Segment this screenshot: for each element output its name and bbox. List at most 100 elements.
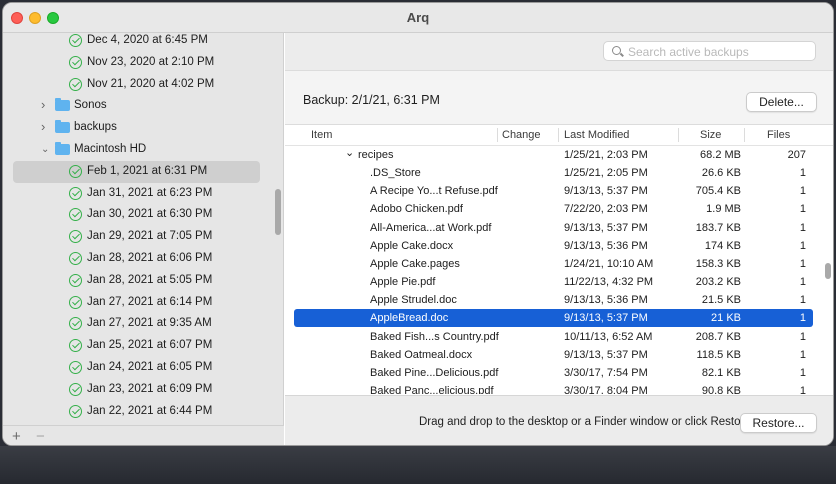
table-row[interactable]: All-America...at Work.pdf 9/13/13, 5:37 P… [285, 219, 825, 237]
table-row[interactable]: Apple Cake.pages 1/24/21, 10:10 AM 158.3 K… [285, 255, 825, 273]
remove-button[interactable]: − [36, 428, 45, 445]
column-divider [678, 128, 679, 142]
cell-item: All-America...at Work.pdf [370, 221, 492, 234]
cell-files: 1 [799, 312, 806, 325]
cell-size: 118.5 KB [696, 348, 741, 361]
sidebar-item-label: Sonos [74, 99, 107, 112]
sidebar-item-label: Feb 1, 2021 at 6:31 PM [87, 164, 208, 177]
table-header: Item Change Last Modified Size Files [285, 125, 833, 146]
column-divider [558, 128, 559, 142]
add-button[interactable]: + [12, 428, 21, 445]
sidebar-backup-item[interactable]: Jan 28, 2021 at 6:06 PM [3, 248, 273, 270]
table-row[interactable]: Apple Pie.pdf 11/22/13, 4:32 PM 203.2 KB 1 [285, 273, 825, 291]
sidebar-folder-item[interactable]: › backups [3, 117, 273, 139]
checkmark-icon [69, 55, 82, 69]
table-row[interactable]: Baked Fish...s Country.pdf 10/11/13, 6:52… [285, 328, 825, 346]
column-header-size[interactable]: Size [700, 129, 721, 141]
table-row[interactable]: .DS_Store 1/25/21, 2:05 PM 26.6 KB 1 [285, 164, 825, 182]
sidebar-backup-item[interactable]: Jan 27, 2021 at 6:14 PM [3, 292, 273, 314]
table-row[interactable]: AppleBread.doc 9/13/13, 5:37 PM 21 KB 1 [285, 309, 825, 328]
cell-files: 1 [799, 384, 806, 394]
restore-footer: Drag and drop to the desktop or a Finder… [285, 395, 833, 445]
sidebar-backup-item[interactable]: Jan 25, 2021 at 6:07 PM [3, 335, 273, 357]
search-field[interactable] [603, 41, 816, 61]
column-divider [744, 128, 745, 142]
cell-item: recipes [358, 149, 394, 161]
column-header-change[interactable]: Change [502, 129, 541, 141]
checkmark-icon [69, 361, 82, 374]
table-row[interactable]: A Recipe Yo...t Refuse.pdf 9/13/13, 5:37 … [285, 182, 825, 200]
file-table: ⌄ recipes 1/25/21, 2:03 PM 68.2 MB 207 .DS_St… [285, 146, 825, 394]
sidebar-folder-item[interactable]: ⌄ Macintosh HD [3, 139, 273, 161]
table-row[interactable]: Baked Pine...Delicious.pdf 3/30/17, 7:54 … [285, 364, 825, 382]
cell-size: 183.7 KB [695, 221, 741, 234]
sidebar-item-label: Jan 28, 2021 at 6:06 PM [87, 252, 213, 264]
cell-item: Apple Cake.docx [370, 239, 454, 252]
sidebar-item-label: Jan 27, 2021 at 6:14 PM [87, 295, 213, 308]
checkmark-icon [69, 382, 82, 396]
sidebar-scroll-thumb[interactable] [275, 189, 281, 235]
sidebar-folder-item[interactable]: › Sonos [3, 95, 273, 117]
sidebar-backup-item[interactable]: Nov 21, 2020 at 4:02 PM [3, 74, 273, 96]
chevron-right-icon[interactable]: › [41, 119, 45, 134]
sidebar-item-label: Macintosh HD [74, 143, 147, 155]
title-bar: Arq [3, 3, 833, 33]
column-header-files[interactable]: Files [767, 129, 790, 141]
cell-modified: 9/13/13, 5:36 PM [564, 294, 648, 307]
sidebar-backup-item[interactable]: Jan 30, 2021 at 6:30 PM [3, 204, 273, 226]
sidebar-backup-item[interactable]: Jan 31, 2021 at 6:23 PM [3, 183, 273, 205]
cell-files: 1 [799, 366, 806, 379]
checkmark-icon [69, 339, 82, 353]
cell-files: 1 [799, 257, 806, 270]
checkmark-icon [69, 208, 82, 222]
cell-files: 1 [799, 276, 806, 289]
sidebar-backup-item[interactable]: Nov 23, 2020 at 2:10 PM [3, 52, 273, 74]
table-row[interactable]: Apple Strudel.doc 9/13/13, 5:36 PM 21.5 KB… [285, 291, 825, 309]
table-folder-row[interactable]: ⌄ recipes 1/25/21, 2:03 PM 68.2 MB 207 [285, 146, 825, 164]
column-header-item[interactable]: Item [311, 129, 332, 141]
sidebar-item-label: Jan 24, 2021 at 6:05 PM [87, 361, 213, 373]
cell-size: 1.9 MB [706, 203, 741, 216]
cell-modified: 10/11/13, 6:52 AM [564, 330, 653, 343]
restore-button[interactable]: Restore... [740, 413, 817, 433]
search-input[interactable] [628, 44, 808, 59]
sidebar-backup-item[interactable]: Jan 24, 2021 at 6:05 PM [3, 357, 273, 379]
sidebar-item-label: Dec 4, 2020 at 6:45 PM [87, 34, 208, 46]
sidebar-item-label: Jan 30, 2021 at 6:30 PM [87, 208, 213, 221]
sidebar-backup-item[interactable]: Jan 27, 2021 at 9:35 AM [3, 313, 273, 335]
search-icon [612, 46, 621, 55]
folder-icon [55, 98, 70, 112]
column-header-modified[interactable]: Last Modified [564, 129, 629, 141]
cell-files: 1 [799, 294, 806, 307]
cell-size: 68.2 MB [700, 149, 741, 161]
sidebar-backup-item[interactable]: Jan 23, 2021 at 6:09 PM [3, 379, 273, 401]
cell-item: .DS_Store [370, 167, 421, 180]
cell-files: 1 [799, 167, 806, 180]
chevron-down-icon[interactable]: ⌄ [345, 146, 354, 159]
sidebar-backup-item[interactable]: Jan 28, 2021 at 5:05 PM [3, 270, 273, 292]
cell-item: Baked Oatmeal.docx [370, 348, 473, 361]
delete-button[interactable]: Delete... [746, 92, 817, 112]
table-row[interactable]: Baked Oatmeal.docx 9/13/13, 5:37 PM 118.5 … [285, 346, 825, 364]
sidebar-backup-item[interactable]: Feb 1, 2021 at 6:31 PM [3, 160, 273, 183]
sidebar-backup-item[interactable]: Dec 4, 2020 at 6:45 PM [3, 33, 273, 52]
checkmark-icon [69, 34, 82, 47]
cell-files: 207 [787, 149, 806, 161]
sidebar: Dec 4, 2020 at 6:45 PM Nov 23, 2020 at 2:… [3, 33, 284, 445]
chevron-down-icon[interactable]: ⌄ [41, 144, 49, 155]
cell-item: AppleBread.doc [370, 312, 449, 325]
table-row[interactable]: Adobo Chicken.pdf 7/22/20, 2:03 PM 1.9 MB 1 [285, 200, 825, 218]
checkmark-icon [69, 404, 82, 418]
backup-tree: Dec 4, 2020 at 6:45 PM Nov 23, 2020 at 2:… [3, 33, 273, 425]
table-row[interactable]: Apple Cake.docx 9/13/13, 5:36 PM 174 KB 1 [285, 237, 825, 255]
sidebar-backup-item[interactable]: Jan 22, 2021 at 6:44 PM [3, 401, 273, 423]
cell-item: Adobo Chicken.pdf [370, 203, 463, 216]
table-row[interactable]: Baked Panc...elicious.pdf 3/30/17, 8:04 P… [285, 382, 825, 394]
cell-size: 26.6 KB [701, 167, 741, 180]
chevron-right-icon[interactable]: › [41, 97, 45, 112]
sidebar-backup-item[interactable]: Jan 29, 2021 at 7:05 PM [3, 226, 273, 248]
cell-modified: 9/13/13, 5:37 PM [564, 185, 648, 198]
sidebar-item-label: backups [74, 121, 117, 134]
table-scroll-thumb[interactable] [825, 263, 831, 279]
cell-size: 174 KB [704, 239, 741, 252]
